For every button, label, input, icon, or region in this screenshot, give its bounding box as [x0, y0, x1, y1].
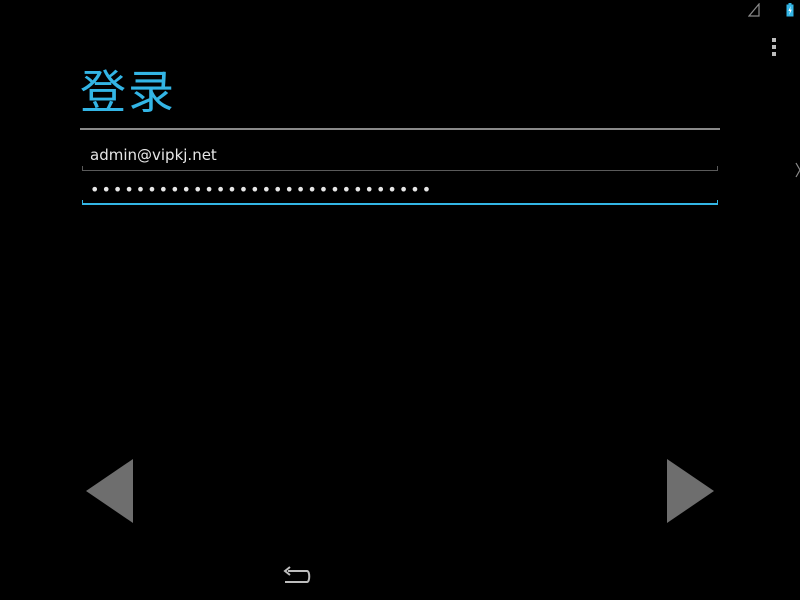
back-icon[interactable] — [280, 565, 312, 589]
title-divider — [80, 128, 720, 130]
email-field-container — [82, 141, 718, 171]
password-field[interactable] — [82, 175, 718, 203]
login-screen: 登录 — [0, 0, 800, 600]
overflow-menu-icon[interactable] — [770, 38, 778, 58]
arrow-right-icon[interactable] — [666, 458, 716, 524]
battery-charging-icon — [786, 3, 794, 17]
email-field-underline — [82, 166, 718, 171]
signal-empty-icon — [748, 3, 760, 17]
password-field-underline — [82, 200, 718, 205]
email-field[interactable] — [82, 141, 718, 169]
status-bar — [740, 0, 800, 22]
arrow-left-icon[interactable] — [84, 458, 134, 524]
edge-handle-icon — [795, 162, 800, 178]
password-field-container — [82, 175, 718, 205]
page-title: 登录 — [80, 65, 176, 119]
